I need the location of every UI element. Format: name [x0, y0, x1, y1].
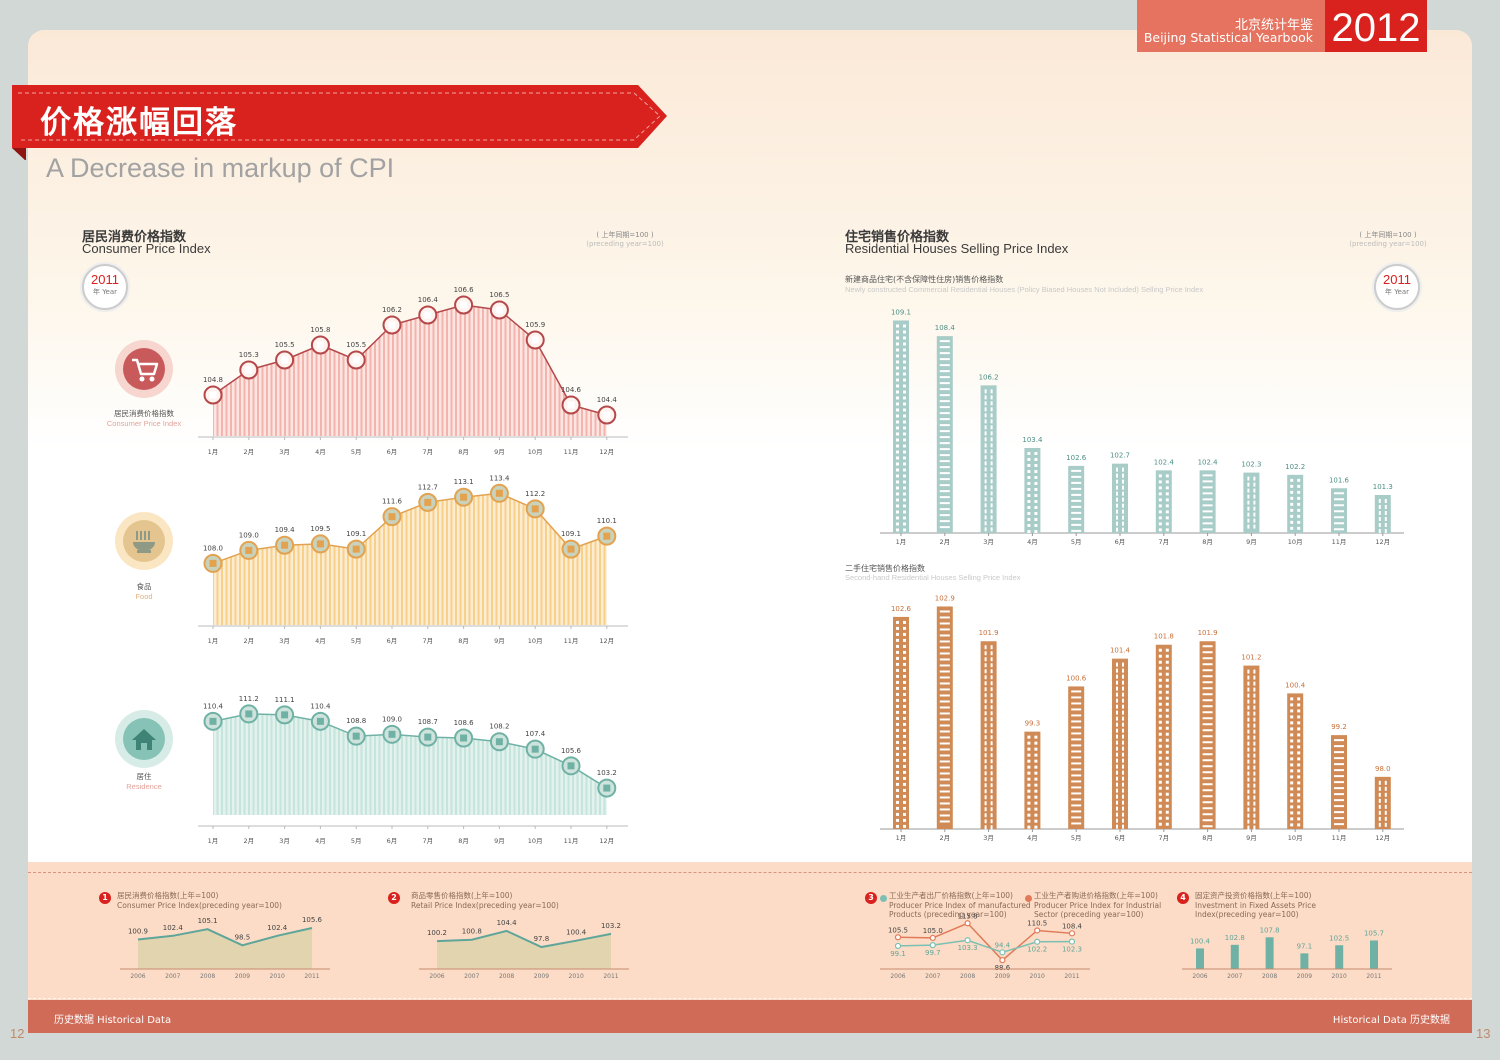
- stamp-year: 2011: [91, 272, 119, 287]
- history-title-3b: 工业生产者购进价格指数(上年=100) Producer Price Index…: [1034, 891, 1161, 920]
- residence-icon-circle: [115, 710, 173, 768]
- house-icon: [132, 729, 156, 750]
- new-house-subtitle-cn: 新建商品住宅(不含保障性住房)销售价格指数: [845, 275, 1004, 284]
- history-title-4: 固定资产投资价格指数(上年=100) Investment in Fixed A…: [1195, 891, 1316, 920]
- history-title-2: 商品零售价格指数(上年=100) Retail Price Index(prec…: [411, 891, 559, 910]
- cart-icon: [132, 358, 159, 382]
- footer-dash: [28, 998, 1472, 999]
- food-icon-label: 食品 Food: [89, 582, 199, 602]
- history-title-3a: 工业生产者出厂价格指数(上年=100) Producer Price Index…: [889, 891, 1031, 920]
- house-base-note-en: (preceding year=100): [1349, 240, 1427, 248]
- yearbook-badge: 北京统计年鉴 Beijing Statistical Yearbook: [1137, 0, 1325, 52]
- history-title-1-en: Consumer Price Index(preceding year=100): [117, 900, 282, 910]
- history-title-2-en: Retail Price Index(preceding year=100): [411, 900, 559, 910]
- history-number-3: 3: [865, 892, 877, 904]
- footer-right-label: Historical Data 历史数据: [1332, 1015, 1450, 1026]
- history-number-2: 2: [388, 892, 400, 904]
- history-title-1: 居民消费价格指数(上年=100) Consumer Price Index(pr…: [117, 891, 282, 910]
- house-base-note-cn: ( 上年同期=100 ): [1359, 231, 1417, 239]
- footer-left-label: 历史数据 Historical Data: [54, 1015, 172, 1026]
- second-house-subtitle-en: Second-hand Residential Houses Selling P…: [845, 573, 1021, 582]
- year-stamp-right: 2011 年 Year: [1374, 264, 1420, 310]
- page-subtitle: A Decrease in markup of CPI: [46, 153, 395, 183]
- cpi-icon-label-cn: 居民消费价格指数: [114, 409, 174, 418]
- food-icon-circle: [115, 512, 173, 570]
- yearbook-title-en: Beijing Statistical Yearbook: [1143, 30, 1313, 45]
- history-title-3b-en2: Sector (preceding year=100): [1034, 910, 1144, 919]
- history-title-4-en2: Index(preceding year=100): [1195, 910, 1299, 919]
- page-title: 价格涨幅回落: [40, 105, 238, 141]
- residence-icon-label-en: Residence: [126, 782, 162, 791]
- new-house-subtitle-en: Newly constructed Commercial Residential…: [845, 285, 1204, 294]
- cpi-icon-label: 居民消费价格指数 Consumer Price Index: [89, 409, 199, 429]
- legend-dot-orange: [1025, 895, 1032, 902]
- history-title-4-en: Investment in Fixed Assets Price: [1195, 900, 1316, 910]
- stamp-year: 2011: [1383, 272, 1411, 287]
- cpi-icon-label-en: Consumer Price Index: [106, 419, 182, 428]
- history-number-1: 1: [99, 892, 111, 904]
- cpi-section-title-en: Consumer Price Index: [82, 241, 211, 256]
- stamp-label: 年 Year: [92, 288, 118, 296]
- page-number-left: 12: [10, 1026, 25, 1041]
- food-icon-label-en: Food: [135, 592, 153, 601]
- history-title-3a-en2: Products (preceding year=100): [889, 910, 1007, 919]
- cpi-base-note-cn: ( 上年同期=100 ): [596, 231, 654, 239]
- history-number-4: 4: [1177, 892, 1189, 904]
- residence-icon-label: 居住 Residence: [89, 772, 199, 792]
- historical-strip: [28, 862, 1472, 1000]
- history-title-3b-cn: 工业生产者购进价格指数(上年=100): [1034, 891, 1158, 900]
- residence-icon-label-cn: 居住: [136, 772, 152, 781]
- history-title-3a-en: Producer Price Index of manufactured: [889, 900, 1031, 910]
- history-title-4-cn: 固定资产投资价格指数(上年=100): [1195, 891, 1312, 900]
- history-title-1-cn: 居民消费价格指数(上年=100): [117, 891, 219, 900]
- food-icon-label-cn: 食品: [136, 582, 152, 591]
- year-stamp-left: 2011 年 Year: [82, 264, 128, 310]
- legend-dot-teal: [880, 895, 887, 902]
- yearbook-year: 2012: [1325, 0, 1427, 52]
- noodle-bowl-icon: [133, 531, 155, 553]
- page-number-right: 13: [1476, 1026, 1491, 1041]
- cpi-icon-circle: [115, 340, 173, 398]
- history-title-3a-cn: 工业生产者出厂价格指数(上年=100): [889, 891, 1013, 900]
- history-title-2-cn: 商品零售价格指数(上年=100): [411, 891, 513, 900]
- footer-bar: 历史数据 Historical Data Historical Data 历史数…: [28, 998, 1472, 1033]
- strip-divider: [28, 872, 1472, 873]
- history-title-3b-en: Producer Price Index for Industrial: [1034, 900, 1162, 910]
- stamp-label: 年 Year: [1384, 288, 1410, 296]
- house-section-title-en: Residential Houses Selling Price Index: [845, 241, 1069, 256]
- cpi-base-note-en: (preceding year=100): [586, 240, 664, 248]
